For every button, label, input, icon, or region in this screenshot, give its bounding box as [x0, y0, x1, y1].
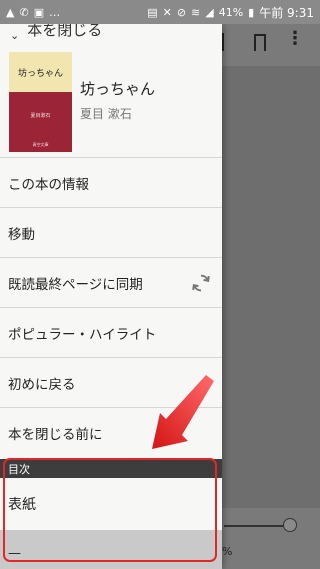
- sim-icon: ▤: [147, 5, 158, 19]
- book-author: 夏目 漱石: [80, 107, 132, 121]
- signal-icon: ◢: [205, 5, 214, 19]
- menu-item-label: 移動: [8, 226, 35, 243]
- book-cover-publisher: 青空文庫: [32, 142, 49, 147]
- sync-icon[interactable]: [190, 272, 212, 294]
- menu-item-sync-last-page[interactable]: 既読最終ページに同期: [0, 257, 222, 307]
- menu-item-label: 既読最終ページに同期: [8, 276, 143, 293]
- notification-icon: ✆: [19, 5, 29, 19]
- book-info[interactable]: 坊っちゃん 夏目漱石 青空文庫 坊っちゃん 夏目 漱石: [0, 52, 222, 160]
- menu-item-label: 初めに戻る: [8, 376, 76, 393]
- menu-item-go-to[interactable]: 移動: [0, 207, 222, 257]
- status-right: ▤ ✕ ⊘ ≋ ◢ 41% ▮ 午前 9:31: [147, 4, 314, 21]
- annotation-arrow-icon: [152, 375, 214, 449]
- menu-item-label: ポピュラー・ハイライト: [8, 326, 157, 343]
- reading-percent: %: [222, 545, 233, 558]
- book-cover: 坊っちゃん 夏目漱石 青空文庫: [9, 52, 72, 152]
- menu-item-popular-highlights[interactable]: ポピュラー・ハイライト: [0, 307, 222, 357]
- status-left: ▲ ✆ ▣ …: [6, 7, 60, 18]
- chevron-down-icon: ⌄: [10, 28, 20, 42]
- menu-item-label: 本を閉じる前に: [8, 426, 103, 443]
- no-wifi-icon: ⊘: [176, 5, 187, 19]
- book-cover-title: 坊っちゃん: [17, 69, 63, 79]
- page-slider-thumb[interactable]: [283, 518, 297, 532]
- more-options-icon[interactable]: ⋮: [286, 30, 304, 48]
- annotation-highlight-box: [3, 458, 217, 562]
- battery-icon: ▮: [248, 5, 255, 19]
- book-cover-author: 夏目漱石: [30, 113, 51, 119]
- mute-icon: ✕: [162, 5, 172, 19]
- bookmark-icon[interactable]: [254, 34, 266, 57]
- book-title: 坊っちゃん: [80, 80, 156, 98]
- close-book-label: 本を閉じる: [27, 24, 103, 39]
- menu-item-label: この本の情報: [8, 176, 89, 193]
- image-icon: ▣: [33, 5, 45, 19]
- more-icon: …: [49, 5, 61, 19]
- status-time: 午前 9:31: [259, 5, 314, 20]
- battery-level: 41%: [218, 5, 244, 19]
- status-bar: ▲ ✆ ▣ … ▤ ✕ ⊘ ≋ ◢ 41% ▮ 午前 9:31: [0, 0, 320, 24]
- close-book-header[interactable]: ⌄ 本を閉じる: [0, 24, 222, 46]
- warning-icon: ▲: [6, 5, 15, 19]
- menu-item-book-info[interactable]: この本の情報: [0, 157, 222, 207]
- wifi-icon: ≋: [191, 5, 201, 19]
